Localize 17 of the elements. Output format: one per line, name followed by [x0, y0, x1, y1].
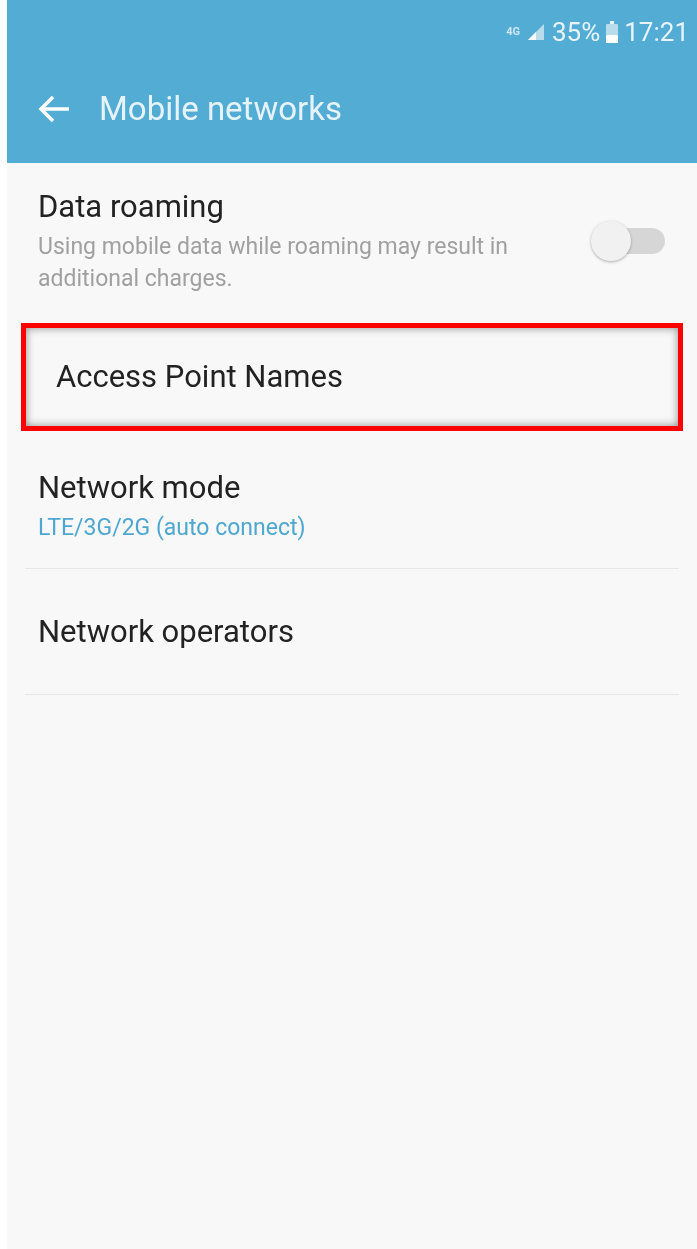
battery-icon	[606, 21, 619, 43]
setting-item[interactable]: Data roaming Using mobile data while roaming may result in additional charges.	[25, 185, 679, 311]
screen-title: Mobile networks	[99, 87, 342, 130]
setting-summary: Using mobile data while roaming may result in additional charges.	[38, 232, 510, 294]
back-arrow-icon[interactable]	[37, 93, 71, 124]
clock: 17:21	[624, 15, 689, 49]
setting-title: Access Point Names	[56, 357, 344, 397]
battery-percent: 35%	[551, 15, 601, 49]
toggle-switch[interactable]	[591, 221, 665, 261]
setting-item[interactable]: Network operators	[25, 569, 679, 695]
setting-summary: LTE/3G/2G (auto connect)	[38, 512, 307, 543]
network-type: 4G	[506, 23, 520, 40]
setting-item[interactable]: Network mode LTE/3G/2G (auto connect)	[25, 443, 679, 569]
setting-item[interactable]: Access Point Names	[21, 323, 683, 431]
setting-title: Data roaming	[38, 187, 225, 227]
setting-title: Network mode	[38, 467, 242, 508]
setting-title: Network operators	[38, 611, 295, 652]
